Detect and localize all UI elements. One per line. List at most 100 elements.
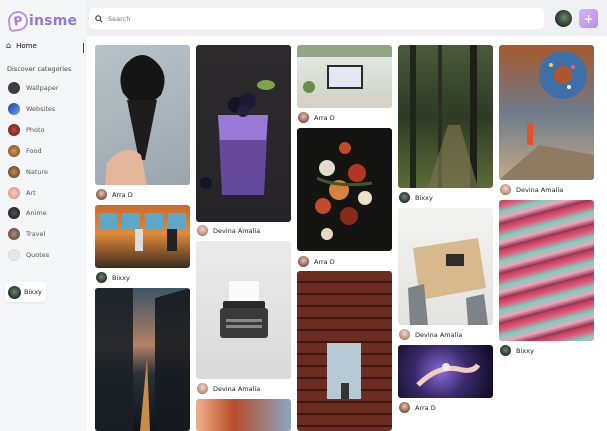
pin-image-anime-hand[interactable] [398, 345, 493, 398]
pin-image-anime-train[interactable] [95, 205, 190, 268]
category-label: Quotes [26, 251, 50, 259]
forest-illustration [410, 45, 478, 188]
logo-text: insme [29, 13, 78, 29]
app-logo[interactable]: P insme [6, 9, 78, 33]
sidebar-item-nature[interactable]: Nature [8, 166, 48, 178]
author-name: Bixxy [516, 346, 534, 355]
category-label: Photo [26, 126, 45, 134]
pin-image-dining-table[interactable] [398, 208, 493, 325]
city-illustration [95, 288, 190, 431]
search-icon [95, 14, 103, 23]
avatar [399, 329, 410, 340]
typewriter-illustration [220, 281, 268, 338]
pin-image-forest[interactable] [398, 45, 493, 188]
author-name: Arra D [415, 403, 436, 412]
category-label: Websites [26, 105, 56, 113]
photo-thumbnail [8, 124, 20, 136]
author-name: Devina Amalia [213, 226, 261, 235]
pin-image-ice-cream[interactable] [95, 45, 190, 185]
add-pin-button[interactable]: + [579, 9, 598, 28]
avatar [399, 402, 410, 413]
pin-image-donut-mural[interactable] [499, 45, 594, 180]
sidebar: P insme ⌂ Home Discover categories Wallp… [0, 0, 87, 431]
sidebar-item-art[interactable]: Art [8, 187, 36, 199]
sidebar-item-home[interactable]: ⌂ Home [6, 41, 37, 51]
art-thumbnail [8, 187, 20, 199]
search-input[interactable] [108, 14, 528, 23]
pin-author[interactable]: Devina Amalia [197, 383, 260, 394]
websites-thumbnail [8, 103, 20, 115]
pin-image-flower-painting[interactable] [297, 128, 392, 251]
category-label: Art [26, 189, 36, 197]
sidebar-item-food[interactable]: Food [8, 145, 42, 157]
avatar [8, 285, 21, 299]
sidebar-item-quotes[interactable]: Quotes [8, 249, 49, 261]
pin-image-library[interactable] [297, 271, 392, 431]
author-name: Arra D [314, 257, 335, 266]
profile-avatar[interactable] [555, 10, 572, 27]
pin-feed: Arra D Bixxy Devina Amalia Devina Amalia… [87, 36, 607, 431]
avatar [500, 184, 511, 195]
avatar [96, 272, 107, 283]
avatar [96, 189, 107, 200]
pin-author[interactable]: Arra D [96, 189, 133, 200]
plus-icon: + [583, 11, 594, 26]
category-label: Travel [26, 230, 46, 238]
wallpaper-thumbnail [8, 82, 20, 94]
author-name: Devina Amalia [415, 330, 463, 339]
travel-thumbnail [8, 228, 20, 240]
train-illustration [99, 213, 186, 251]
sidebar-item-anime[interactable]: Anime [8, 207, 47, 219]
discover-heading: Discover categories [7, 65, 72, 73]
nature-thumbnail [8, 166, 20, 178]
pin-author[interactable]: Bixxy [399, 192, 433, 203]
category-label: Nature [26, 168, 49, 176]
hand-illustration [416, 363, 481, 387]
pin-image-berry-drink[interactable] [196, 45, 291, 222]
food-thumbnail [8, 145, 20, 157]
pin-image-colorful-waves[interactable] [499, 200, 594, 341]
author-name: Arra D [112, 190, 133, 199]
pin-author[interactable]: Devina Amalia [197, 225, 260, 236]
drink-illustration [200, 80, 275, 195]
pin-author[interactable]: Bixxy [96, 272, 130, 283]
pin-author[interactable]: Arra D [298, 256, 335, 267]
author-name: Bixxy [112, 273, 130, 282]
author-name: Devina Amalia [516, 185, 564, 194]
pin-author[interactable]: Arra D [399, 402, 436, 413]
home-icon: ⌂ [6, 41, 12, 50]
search-bar[interactable] [89, 8, 544, 29]
pin-image-desk-workspace[interactable] [297, 45, 392, 108]
flowers-illustration [315, 142, 373, 240]
avatar [500, 345, 511, 356]
pin-author[interactable]: Bixxy [500, 345, 534, 356]
anime-thumbnail [8, 207, 20, 219]
avatar [197, 383, 208, 394]
pin-image-anime-character[interactable] [196, 399, 291, 431]
donut-illustration [499, 51, 594, 180]
category-label: Food [26, 147, 42, 155]
pin-author[interactable]: Devina Amalia [399, 329, 462, 340]
logo-pin-icon: P [6, 9, 30, 33]
avatar [298, 256, 309, 267]
category-label: Anime [26, 209, 47, 217]
current-user-chip[interactable]: Bixxy [5, 282, 46, 302]
library-illustration [327, 343, 361, 399]
sidebar-item-websites[interactable]: Websites [8, 103, 55, 115]
current-user-name: Bixxy [24, 288, 42, 296]
sidebar-item-wallpaper[interactable]: Wallpaper [8, 82, 59, 94]
pin-image-typewriter[interactable] [196, 241, 291, 379]
sidebar-item-travel[interactable]: Travel [8, 228, 45, 240]
author-name: Bixxy [415, 193, 433, 202]
sidebar-item-photo[interactable]: Photo [8, 124, 45, 136]
table-illustration [408, 238, 488, 325]
avatar [298, 112, 309, 123]
active-indicator [83, 43, 84, 53]
pin-image-city-alley[interactable] [95, 288, 190, 431]
pin-author[interactable]: Devina Amalia [500, 184, 563, 195]
home-label: Home [16, 42, 37, 50]
author-name: Arra D [314, 113, 335, 122]
author-name: Devina Amalia [213, 384, 261, 393]
quotes-thumbnail [8, 249, 20, 261]
pin-author[interactable]: Arra D [298, 112, 335, 123]
